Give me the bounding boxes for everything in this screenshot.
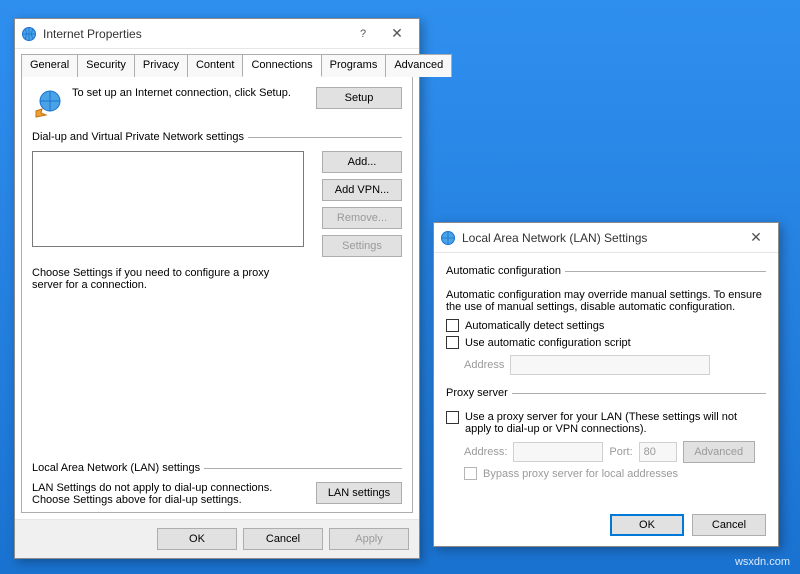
dialog-title: Internet Properties: [43, 27, 347, 41]
auto-config-note: Automatic configuration may override man…: [446, 289, 766, 313]
help-icon: ?: [360, 28, 366, 40]
proxy-address-input: [513, 442, 603, 462]
titlebar[interactable]: Local Area Network (LAN) Settings ✕: [434, 223, 778, 253]
cancel-button[interactable]: Cancel: [692, 514, 766, 536]
bypass-local-label: Bypass proxy server for local addresses: [483, 468, 678, 480]
help-button[interactable]: ?: [347, 23, 379, 45]
connections-panel: To set up an Internet connection, click …: [21, 76, 413, 513]
cancel-button[interactable]: Cancel: [243, 528, 323, 550]
tab-strip: General Security Privacy Content Connect…: [15, 49, 419, 76]
add-vpn-button[interactable]: Add VPN...: [322, 179, 402, 201]
bypass-local-checkbox: [464, 467, 477, 480]
tab-privacy[interactable]: Privacy: [134, 54, 188, 77]
lan-group: Local Area Network (LAN) settings LAN Se…: [32, 462, 402, 506]
ok-button[interactable]: OK: [157, 528, 237, 550]
use-proxy-checkbox[interactable]: [446, 411, 459, 424]
add-button[interactable]: Add...: [322, 151, 402, 173]
ok-button[interactable]: OK: [610, 514, 684, 536]
tab-content[interactable]: Content: [187, 54, 244, 77]
lan-settings-dialog: Local Area Network (LAN) Settings ✕ Auto…: [433, 222, 779, 547]
close-button[interactable]: ✕: [381, 23, 413, 45]
close-icon: ✕: [391, 25, 403, 42]
lan-settings-body: Automatic configuration Automatic config…: [434, 253, 778, 504]
lan-settings-button[interactable]: LAN settings: [316, 482, 402, 504]
setup-button[interactable]: Setup: [316, 87, 402, 109]
setup-hint-text: To set up an Internet connection, click …: [72, 87, 308, 99]
proxy-port-label: Port:: [609, 446, 632, 458]
use-proxy-label: Use a proxy server for your LAN (These s…: [465, 411, 766, 435]
lan-hint-text: LAN Settings do not apply to dial-up con…: [32, 482, 308, 506]
internet-properties-dialog: Internet Properties ? ✕ General Security…: [14, 18, 420, 559]
tab-security[interactable]: Security: [77, 54, 135, 77]
connections-listbox[interactable]: [32, 151, 304, 247]
tab-connections[interactable]: Connections: [242, 54, 321, 77]
tab-general[interactable]: General: [21, 54, 78, 77]
auto-script-label: Use automatic configuration script: [465, 337, 631, 349]
proxy-group: Proxy server Use a proxy server for your…: [446, 387, 766, 484]
tab-programs[interactable]: Programs: [321, 54, 387, 77]
tab-advanced[interactable]: Advanced: [385, 54, 452, 77]
script-address-label: Address: [464, 359, 504, 371]
dialup-group: Dial-up and Virtual Private Network sett…: [32, 131, 402, 291]
proxy-hint-text: Choose Settings if you need to configure…: [32, 267, 292, 291]
lan-legend: Local Area Network (LAN) settings: [32, 462, 204, 474]
proxy-port-input: [639, 442, 677, 462]
auto-detect-label: Automatically detect settings: [465, 320, 604, 332]
auto-config-legend: Automatic configuration: [446, 265, 565, 277]
script-address-input: [510, 355, 710, 375]
watermark-text: wsxdn.com: [735, 556, 790, 568]
internet-options-icon: [440, 230, 456, 246]
proxy-address-label: Address:: [464, 446, 507, 458]
dialup-legend: Dial-up and Virtual Private Network sett…: [32, 131, 248, 143]
titlebar[interactable]: Internet Properties ? ✕: [15, 19, 419, 49]
proxy-legend: Proxy server: [446, 387, 512, 399]
close-icon: ✕: [750, 229, 762, 246]
remove-button[interactable]: Remove...: [322, 207, 402, 229]
close-button[interactable]: ✕: [740, 227, 772, 249]
dialog-title: Local Area Network (LAN) Settings: [462, 231, 740, 245]
auto-script-checkbox[interactable]: [446, 336, 459, 349]
dialog-button-bar: OK Cancel: [434, 504, 778, 546]
auto-detect-checkbox[interactable]: [446, 319, 459, 332]
auto-config-group: Automatic configuration Automatic config…: [446, 265, 766, 375]
apply-button[interactable]: Apply: [329, 528, 409, 550]
internet-options-icon: [21, 26, 37, 42]
connection-settings-button[interactable]: Settings: [322, 235, 402, 257]
proxy-advanced-button[interactable]: Advanced: [683, 441, 755, 463]
globe-arrow-icon: [32, 87, 64, 119]
dialog-button-bar: OK Cancel Apply: [15, 519, 419, 558]
